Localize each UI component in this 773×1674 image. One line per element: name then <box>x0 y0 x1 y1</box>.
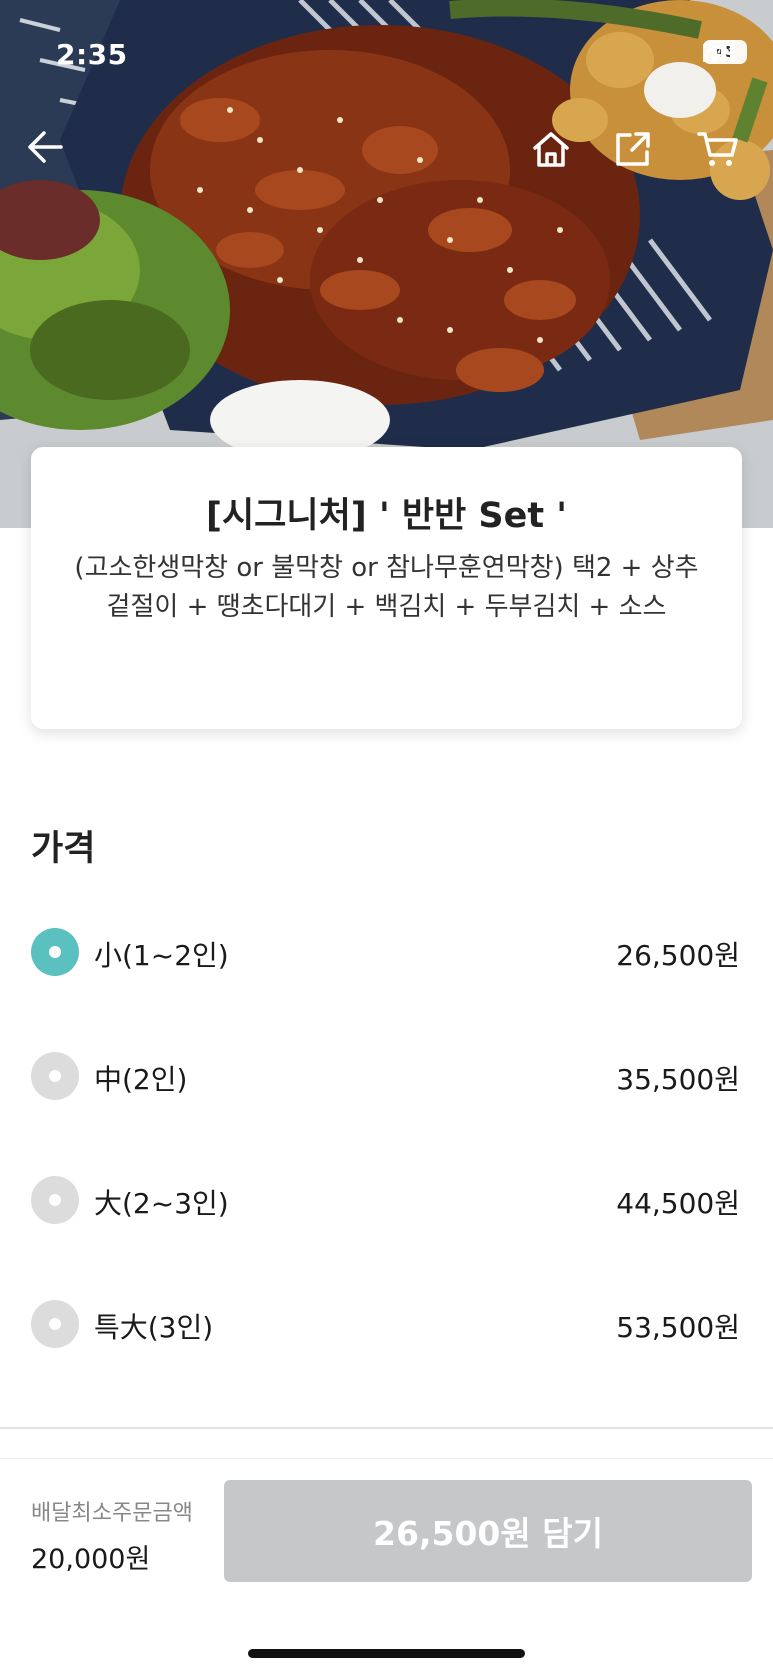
option-label: 中(2인) <box>94 1063 188 1096</box>
price-option-small[interactable]: 小(1~2인) 26,500원 <box>0 917 773 987</box>
home-icon <box>533 132 569 167</box>
price-option-large[interactable]: 大(2~3인) 44,500원 <box>0 1165 773 1235</box>
price-option-medium[interactable]: 中(2인) 35,500원 <box>0 1041 773 1111</box>
radio-button[interactable] <box>31 1052 79 1100</box>
price-option-xlarge[interactable]: 특大(3인) 53,500원 <box>0 1289 773 1359</box>
product-description: (고소한생막창 or 불막창 or 참나무훈연막창) 택2 + 상추겉절이 + … <box>74 553 699 622</box>
radio-button[interactable] <box>31 928 79 976</box>
radio-button[interactable] <box>31 1176 79 1224</box>
option-price: 44,500원 <box>616 1187 740 1220</box>
option-price: 53,500원 <box>616 1311 740 1344</box>
product-title: [시그니처] ' 반반 Set ' <box>205 496 568 536</box>
section-divider <box>0 1427 773 1429</box>
home-indicator[interactable] <box>248 1649 525 1658</box>
bottom-order-bar: 배달최소주문금액 20,000원 26,500원 담기 <box>0 1458 773 1674</box>
share-icon <box>616 132 650 166</box>
price-section-title: 가격 <box>31 829 96 869</box>
min-order-value: 20,000원 <box>31 1544 151 1575</box>
min-order-label: 배달최소주문금액 <box>31 1501 193 1526</box>
product-info-card: [시그니처] ' 반반 Set ' (고소한생막창 or 불막창 or 참나무훈… <box>31 447 742 729</box>
status-icons: 45 <box>703 40 747 64</box>
option-label: 小(1~2인) <box>94 939 229 972</box>
option-label: 특大(3인) <box>94 1311 214 1344</box>
wifi-icon <box>703 40 733 60</box>
arrow-left-icon <box>28 131 63 163</box>
option-label: 大(2~3인) <box>94 1187 229 1220</box>
status-bar: 2:35 45 <box>0 0 773 110</box>
top-nav <box>0 120 773 190</box>
share-button[interactable] <box>614 130 664 180</box>
cart-button-top[interactable] <box>697 130 747 180</box>
option-price: 35,500원 <box>616 1063 740 1096</box>
back-button[interactable] <box>26 130 76 180</box>
add-to-cart-button[interactable]: 26,500원 담기 <box>224 1480 752 1582</box>
radio-button[interactable] <box>31 1300 79 1348</box>
cart-icon <box>697 132 738 166</box>
home-button[interactable] <box>531 130 581 180</box>
status-time: 2:35 <box>56 38 128 71</box>
option-price: 26,500원 <box>616 939 740 972</box>
